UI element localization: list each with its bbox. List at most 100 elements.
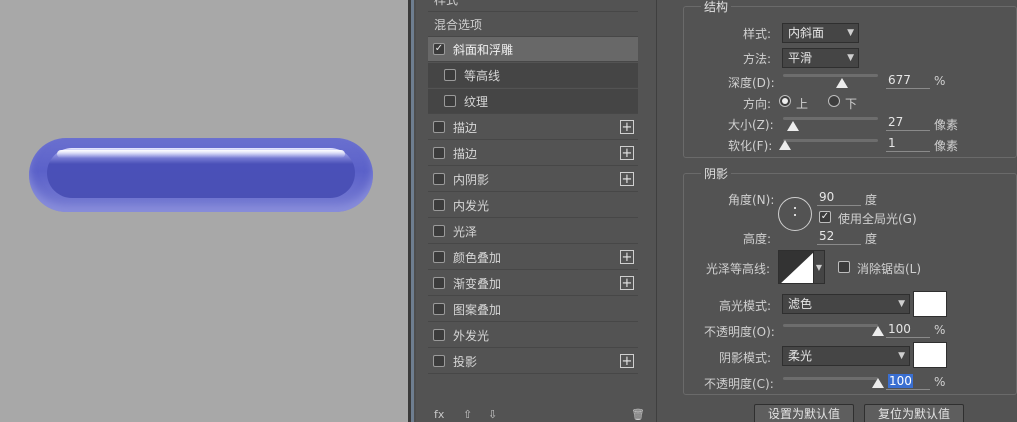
size-label: 大小(Z): [728,118,774,132]
document-canvas[interactable] [0,0,408,422]
chevron-down-icon: ▼ [847,28,854,38]
anti-alias-checkbox[interactable] [838,261,850,273]
angle-input[interactable]: 90 [817,190,861,206]
style-list-header-styles[interactable]: 样式 [428,0,638,12]
blend-options-row[interactable]: 混合选项 [428,12,638,37]
highlight-opacity-unit: % [934,323,946,337]
style-item-checkbox[interactable] [433,199,445,211]
style-item[interactable]: 内发光 [428,193,638,218]
angle-dial[interactable] [778,197,812,231]
layer-style-list: 样式 混合选项 ✓斜面和浮雕等高线纹理描边+描边+内阴影+内发光光泽颜色叠加+渐… [428,0,645,422]
shadow-opacity-track[interactable] [783,377,878,380]
style-item[interactable]: 纹理 [428,89,638,114]
highlight-mode-dropdown[interactable]: 滤色 ▼ [782,294,910,314]
highlight-opacity-input[interactable]: 100 [886,322,930,338]
move-down-icon[interactable]: ⇩ [488,408,497,421]
style-item-checkbox[interactable] [433,277,445,289]
technique-dropdown[interactable]: 平滑 ▼ [782,48,859,68]
style-item-label: 投影 [453,354,478,369]
panel-divider-highlight [411,0,414,422]
technique-label: 方法: [743,52,772,66]
style-item-checkbox[interactable] [444,69,456,81]
style-item-checkbox[interactable] [433,303,445,315]
angle-dial-mark [794,207,796,209]
pill-button-preview [29,138,373,212]
reset-default-button[interactable]: 复位为默认值 [864,404,964,422]
shadow-mode-label: 阴影模式: [719,351,772,365]
style-item[interactable]: 内阴影 + [428,167,638,192]
shadow-opacity-unit: % [934,375,946,389]
style-item-checkbox[interactable] [433,251,445,263]
soften-slider-thumb[interactable] [778,140,791,150]
style-item[interactable]: 渐变叠加 + [428,271,638,296]
direction-down-radio[interactable] [828,95,840,107]
style-item-checkbox[interactable] [433,225,445,237]
direction-up-radio[interactable] [779,95,791,107]
bevel-style-dropdown[interactable]: 内斜面 ▼ [782,23,859,43]
shadow-opacity-input[interactable]: 100 [886,374,930,390]
style-item[interactable]: 投影 + [428,349,638,374]
soften-input[interactable]: 1 [886,136,930,152]
gloss-contour-label: 光泽等高线: [706,262,771,276]
style-item[interactable]: 描边 + [428,115,638,140]
style-item[interactable]: 等高线 [428,63,638,88]
technique-value: 平滑 [788,51,813,65]
highlight-opacity-thumb[interactable] [872,326,884,336]
depth-slider-thumb[interactable] [835,78,848,88]
soften-slider-track[interactable] [783,139,878,142]
gloss-contour-preview[interactable] [778,250,814,284]
style-item-checkbox[interactable]: ✓ [433,43,445,55]
trash-icon[interactable]: 🗑 [631,408,645,421]
add-effect-icon[interactable]: + [620,120,634,134]
altitude-label: 高度: [743,232,772,246]
style-item[interactable]: 描边 + [428,141,638,166]
style-item-label: 内阴影 [453,172,490,187]
style-item-checkbox[interactable] [433,329,445,341]
style-item-checkbox[interactable] [433,147,445,159]
fx-icon[interactable]: fx [434,408,444,421]
shadow-opacity-label: 不透明度(C): [704,377,774,391]
depth-slider-track[interactable] [783,74,878,77]
style-item[interactable]: ✓ 斜面和浮雕 [428,37,638,62]
style-item-label: 图案叠加 [453,302,502,317]
style-item-checkbox[interactable] [444,95,456,107]
highlight-opacity-track[interactable] [783,324,878,327]
highlight-color-swatch[interactable] [913,291,947,317]
shadow-opacity-thumb[interactable] [872,378,884,388]
style-item-label: 描边 [453,146,478,161]
add-effect-icon[interactable]: + [620,146,634,160]
angle-dial-center [794,214,796,216]
add-effect-icon[interactable]: + [620,250,634,264]
size-input[interactable]: 27 [886,115,930,131]
size-slider-thumb[interactable] [786,121,799,131]
size-slider-track[interactable] [783,117,878,120]
style-item-label: 渐变叠加 [453,276,502,291]
style-item-checkbox[interactable] [433,173,445,185]
styles-label: 样式 [434,0,638,8]
contour-linear-icon [779,251,813,283]
add-effect-icon[interactable]: + [620,276,634,290]
style-item[interactable]: 外发光 [428,323,638,348]
bevel-style-value: 内斜面 [788,26,825,40]
style-item[interactable]: 颜色叠加 + [428,245,638,270]
make-default-button[interactable]: 设置为默认值 [754,404,854,422]
altitude-input[interactable]: 52 [817,229,861,245]
shadow-color-swatch[interactable] [913,342,947,368]
move-up-icon[interactable]: ⇧ [463,408,472,421]
global-light-checkbox[interactable]: ✓ [819,211,831,223]
add-effect-icon[interactable]: + [620,354,634,368]
style-item-checkbox[interactable] [433,355,445,367]
altitude-unit: 度 [865,232,878,246]
style-item-label: 光泽 [453,224,478,239]
shadow-mode-dropdown[interactable]: 柔光 ▼ [782,346,910,366]
style-item[interactable]: 光泽 [428,219,638,244]
pill-highlight [57,150,345,158]
depth-input[interactable]: 677 [886,73,930,89]
style-item-label: 纹理 [464,94,489,109]
global-light-label: 使用全局光(G) [838,212,917,226]
add-effect-icon[interactable]: + [620,172,634,186]
chevron-down-icon[interactable]: ▼ [813,250,825,284]
direction-up-label: 上 [796,97,809,111]
style-item-checkbox[interactable] [433,121,445,133]
style-item[interactable]: 图案叠加 [428,297,638,322]
